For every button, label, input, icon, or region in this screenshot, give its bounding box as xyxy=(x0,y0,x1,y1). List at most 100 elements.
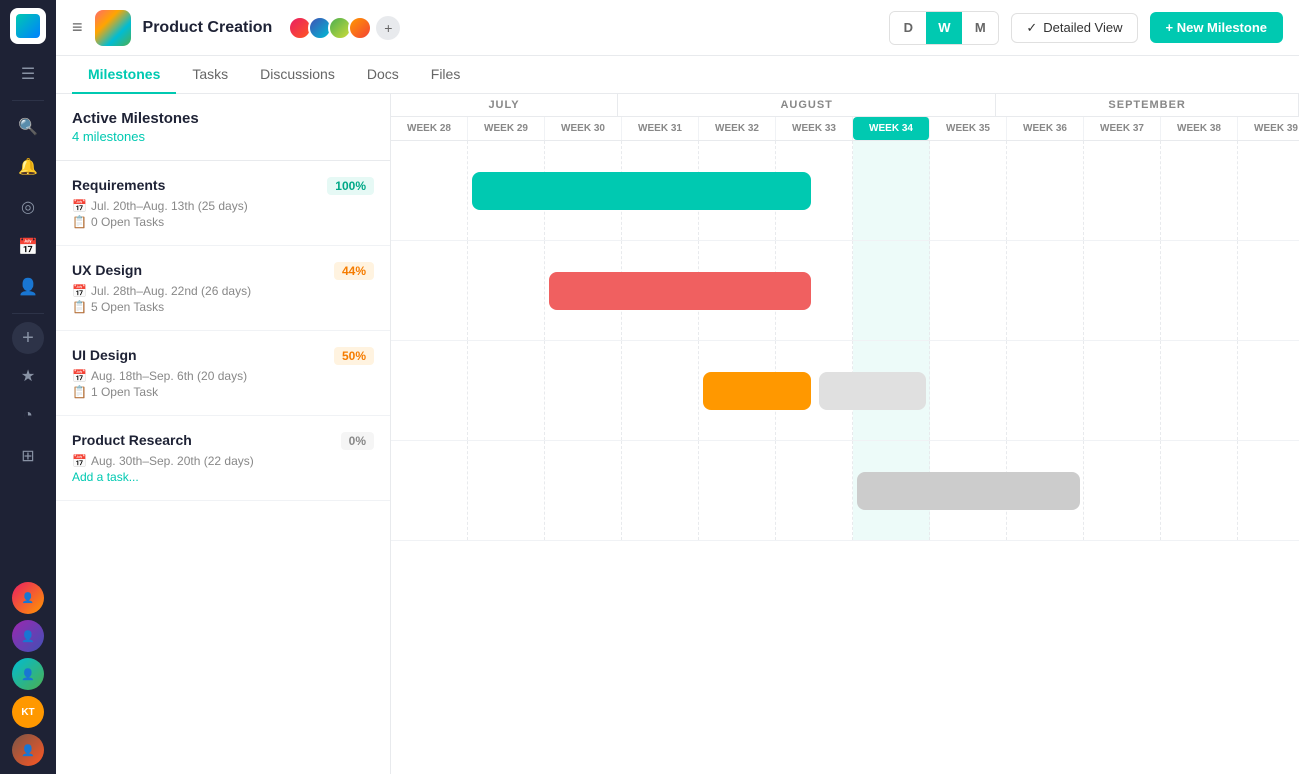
gantt-cell xyxy=(1084,341,1161,440)
notifications-icon[interactable]: 🔔 xyxy=(10,149,46,185)
week-label[interactable]: WEEK 38 xyxy=(1161,117,1238,140)
star-icon[interactable]: ★ xyxy=(10,358,46,394)
calendar-icon[interactable]: 📅 xyxy=(10,229,46,265)
add-member-button[interactable]: + xyxy=(376,16,400,40)
menu-icon[interactable]: ☰ xyxy=(10,56,46,92)
milestone-date: 📅 Jul. 20th–Aug. 13th (25 days) xyxy=(72,199,374,213)
gantt-bar[interactable] xyxy=(857,472,1080,510)
milestone-tasks: 📋 0 Open Tasks xyxy=(72,215,374,229)
tab-files[interactable]: Files xyxy=(415,56,477,94)
main-area: ≡ Product Creation + D W M ✓ Detailed Vi… xyxy=(56,0,1299,774)
avatar-3[interactable]: 👤 xyxy=(12,658,44,690)
hamburger-icon[interactable]: ≡ xyxy=(72,17,83,38)
gantt-cell xyxy=(776,441,853,540)
week-label[interactable]: WEEK 29 xyxy=(468,117,545,140)
gantt-cell xyxy=(1084,441,1161,540)
gantt-row xyxy=(391,241,1299,341)
add-task-link[interactable]: Add a task... xyxy=(72,470,374,484)
gantt-cell xyxy=(1238,341,1299,440)
tasks-icon: 📋 xyxy=(72,385,87,399)
view-week-button[interactable]: W xyxy=(926,12,962,44)
gantt-cell xyxy=(391,441,468,540)
milestone-item-requirements: Requirements 100% 📅 Jul. 20th–Aug. 13th … xyxy=(56,161,390,246)
week-label[interactable]: WEEK 35 xyxy=(930,117,1007,140)
gantt-row xyxy=(391,341,1299,441)
view-toggle: D W M xyxy=(889,11,999,45)
gantt-cell xyxy=(1238,141,1299,240)
search-icon[interactable]: 🔍 xyxy=(10,109,46,145)
week-label[interactable]: WEEK 34 xyxy=(853,117,930,140)
milestone-item-ux-design: UX Design 44% 📅 Jul. 28th–Aug. 22nd (26 … xyxy=(56,246,390,331)
dashboard-icon[interactable]: ◎ xyxy=(10,189,46,225)
gantt-header: JULYAUGUSTSEPTEMBERWEEK 28WEEK 29WEEK 30… xyxy=(391,94,1299,141)
chart-icon[interactable]: ◔ xyxy=(10,398,46,434)
project-avatars: + xyxy=(288,16,400,40)
view-month-button[interactable]: M xyxy=(962,12,998,44)
milestones-list: Active Milestones 4 milestones Requireme… xyxy=(56,94,391,774)
milestone-date: 📅 Aug. 30th–Sep. 20th (22 days) xyxy=(72,454,374,468)
tab-milestones[interactable]: Milestones xyxy=(72,56,176,94)
milestone-badge: 50% xyxy=(334,347,374,365)
week-label[interactable]: WEEK 28 xyxy=(391,117,468,140)
people-icon[interactable]: 👤 xyxy=(10,269,46,305)
gantt-row xyxy=(391,141,1299,241)
week-label[interactable]: WEEK 36 xyxy=(1007,117,1084,140)
gantt-cell xyxy=(468,441,545,540)
divider xyxy=(12,100,44,101)
month-label: JULY xyxy=(391,94,618,116)
milestone-badge: 100% xyxy=(327,177,374,195)
gantt-cell xyxy=(1007,141,1084,240)
calendar-icon: 📅 xyxy=(72,284,87,298)
gantt-cell xyxy=(468,341,545,440)
gantt-cell xyxy=(1007,241,1084,340)
week-label[interactable]: WEEK 31 xyxy=(622,117,699,140)
content-area: Active Milestones 4 milestones Requireme… xyxy=(56,94,1299,774)
week-label[interactable]: WEEK 32 xyxy=(699,117,776,140)
tasks-icon: 📋 xyxy=(72,300,87,314)
gantt-cell xyxy=(930,241,1007,340)
milestone-date: 📅 Aug. 18th–Sep. 6th (20 days) xyxy=(72,369,374,383)
milestone-badge: 44% xyxy=(334,262,374,280)
milestone-date: 📅 Jul. 28th–Aug. 22nd (26 days) xyxy=(72,284,374,298)
milestone-item-ui-design: UI Design 50% 📅 Aug. 18th–Sep. 6th (20 d… xyxy=(56,331,390,416)
project-title: Product Creation xyxy=(143,19,273,37)
milestone-count: 4 milestones xyxy=(72,129,374,144)
view-day-button[interactable]: D xyxy=(890,12,926,44)
avatar-user[interactable]: 👤 xyxy=(12,734,44,766)
gantt-bar[interactable] xyxy=(549,272,811,310)
tab-docs[interactable]: Docs xyxy=(351,56,415,94)
panel-title: Active Milestones xyxy=(72,110,374,127)
gantt-cell xyxy=(1007,341,1084,440)
app-logo[interactable] xyxy=(10,8,46,44)
week-label[interactable]: WEEK 33 xyxy=(776,117,853,140)
member-avatar-4 xyxy=(348,16,372,40)
gantt-bar[interactable] xyxy=(703,372,811,410)
gantt-cell xyxy=(622,441,699,540)
gantt-cell xyxy=(1161,241,1238,340)
avatar-1[interactable]: 👤 xyxy=(12,582,44,614)
avatar-kt[interactable]: KT xyxy=(12,696,44,728)
week-label[interactable]: WEEK 30 xyxy=(545,117,622,140)
gantt-cell xyxy=(930,141,1007,240)
gantt-cell xyxy=(1084,141,1161,240)
apps-icon[interactable]: ⊞ xyxy=(10,438,46,474)
header: ≡ Product Creation + D W M ✓ Detailed Vi… xyxy=(56,0,1299,56)
gantt-cell xyxy=(545,441,622,540)
add-button[interactable]: + xyxy=(12,322,44,354)
new-milestone-button[interactable]: + New Milestone xyxy=(1150,12,1284,43)
month-label: SEPTEMBER xyxy=(996,94,1299,116)
tab-discussions[interactable]: Discussions xyxy=(244,56,351,94)
gantt-cell xyxy=(622,341,699,440)
panel-header: Active Milestones 4 milestones xyxy=(56,94,390,161)
detailed-view-label: Detailed View xyxy=(1043,20,1122,35)
tab-tasks[interactable]: Tasks xyxy=(176,56,244,94)
gantt-bar[interactable] xyxy=(472,172,811,210)
avatar-2[interactable]: 👤 xyxy=(12,620,44,652)
gantt-cell xyxy=(1238,241,1299,340)
detailed-view-button[interactable]: ✓ Detailed View xyxy=(1011,13,1137,43)
week-label[interactable]: WEEK 37 xyxy=(1084,117,1161,140)
milestone-tasks: 📋 1 Open Task xyxy=(72,385,374,399)
week-label[interactable]: WEEK 39 xyxy=(1238,117,1299,140)
gantt-cell xyxy=(1161,141,1238,240)
gantt-cell xyxy=(468,241,545,340)
